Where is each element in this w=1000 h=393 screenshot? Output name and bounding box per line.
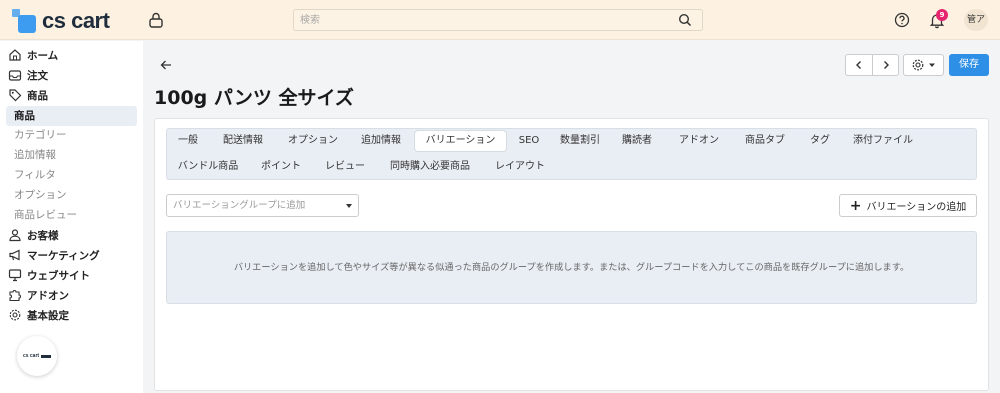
lock-icon[interactable] [147,11,165,29]
sidebar-item-customers[interactable]: お客様 [8,226,138,244]
sidebar-item-label: マーケティング [27,249,100,262]
sidebar-item-addons[interactable]: アドオン [8,286,138,304]
sidebar-subitem-categories[interactable]: カテゴリー [14,126,138,144]
tab-seo[interactable]: SEO [512,131,546,151]
sidebar: ホーム 注文 商品 商品 カテゴリー 追加情報 フィルタ オプション 商品レビュ… [0,41,143,393]
search-bar[interactable] [293,9,703,31]
monitor-icon [8,269,22,282]
help-icon[interactable] [894,12,910,28]
tag-icon [9,89,22,102]
sidebar-subitem-options[interactable]: オプション [14,186,138,204]
tab-shipping[interactable]: 配送情報 [213,131,273,151]
caret-down-icon [929,63,935,67]
sidebar-item-home[interactable]: ホーム [8,46,138,64]
tab-tags[interactable]: タグ [803,131,837,151]
tab-addons[interactable]: アドオン [670,131,728,151]
tab-subscribers[interactable]: 購読者 [614,131,660,151]
variation-group-select[interactable]: バリエーショングループに追加 [166,194,359,217]
sidebar-subitem-features[interactable]: 追加情報 [14,146,138,164]
prev-button[interactable] [846,55,872,75]
add-variation-label: バリエーションの追加 [866,202,967,213]
tab-reward-points[interactable]: ポイント [253,157,309,177]
save-button[interactable]: 保存 [949,54,989,76]
sidebar-item-settings[interactable]: 基本設定 [8,306,138,324]
avatar[interactable]: 管ア [964,9,988,31]
tab-bar: 一般 配送情報 オプション 追加情報 バリエーション SEO 数量割引 購読者 … [166,128,977,180]
sidebar-item-label: 商品 [27,89,48,102]
tab-attachments[interactable]: 添付ファイル [847,131,919,151]
chevron-right-icon [883,61,889,69]
tab-general[interactable]: 一般 [171,131,205,151]
caret-down-icon [346,204,352,208]
plus-icon: + [849,197,862,214]
tab-layout[interactable]: レイアウト [487,157,553,177]
tab-quantity-discounts[interactable]: 数量割引 [552,131,608,151]
tab-reviews[interactable]: レビュー [317,157,373,177]
sidebar-item-label: アドオン [27,289,69,302]
search-input[interactable] [294,10,664,30]
megaphone-icon [9,249,20,261]
notification-badge: 9 [936,9,948,21]
widget-logo-text: cs cart [22,353,40,359]
cs-cart-widget-button[interactable]: cs cart [17,336,57,376]
tab-bundles[interactable]: バンドル商品 [171,157,245,177]
tab-required-products[interactable]: 同時購入必要商品 [381,157,479,177]
sidebar-item-label: 注文 [27,69,48,82]
widget-logo-tag [41,354,52,358]
top-header: cs cart 9 管ア [0,0,1000,40]
sidebar-item-label: お客様 [27,229,59,242]
chevron-left-icon [856,61,861,69]
empty-state-message: バリエーションを追加して色やサイズ等が異なる似通った商品のグループを作成します。… [166,231,977,304]
next-button[interactable] [872,55,898,75]
prev-next-group [845,54,899,76]
sidebar-subitem-reviews[interactable]: 商品レビュー [14,206,138,224]
sidebar-item-products[interactable]: 商品 [8,86,138,104]
user-icon [9,229,21,242]
gear-icon [9,309,21,321]
settings-dropdown-button[interactable] [903,54,944,76]
tab-features[interactable]: 追加情報 [353,131,409,151]
variation-group-select-placeholder: バリエーショングループに追加 [173,200,306,211]
gear-icon [912,59,924,71]
sidebar-item-orders[interactable]: 注文 [8,66,138,84]
sidebar-subitem-filters[interactable]: フィルタ [14,166,138,184]
sidebar-item-label: 基本設定 [27,309,69,322]
sidebar-item-label: ウェブサイト [27,269,90,282]
inbox-icon [8,70,22,81]
page-title: 100g パンツ 全サイズ [154,87,354,109]
logo-text: cs cart [42,8,110,33]
cs-cart-logo[interactable]: cs cart [12,8,110,34]
tab-product-tabs[interactable]: 商品タブ [734,131,796,151]
add-variation-button[interactable]: + バリエーションの追加 [839,194,977,217]
home-icon [9,49,21,61]
tab-variations[interactable]: バリエーション [415,131,506,151]
sidebar-item-marketing[interactable]: マーケティング [8,246,138,264]
search-icon[interactable] [678,13,692,27]
logo-icon [12,9,36,33]
back-arrow-icon[interactable] [159,58,173,72]
puzzle-icon [9,290,21,302]
sidebar-subitem-products-active[interactable]: 商品 [6,106,137,126]
sidebar-item-label: ホーム [27,49,59,62]
sidebar-item-website[interactable]: ウェブサイト [8,266,138,284]
tab-options[interactable]: オプション [279,131,347,151]
